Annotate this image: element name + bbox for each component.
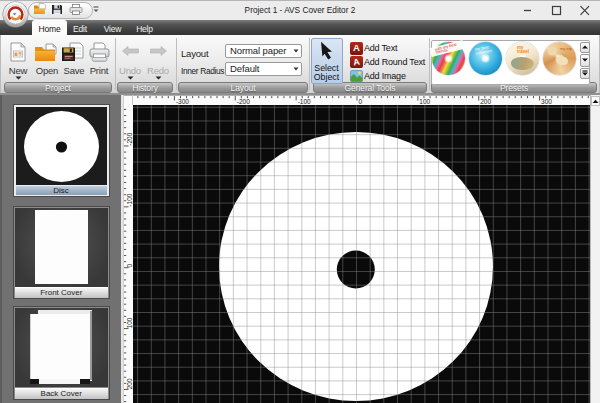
svg-text:100: 100	[419, 98, 430, 105]
svg-text:200: 200	[126, 378, 133, 389]
svg-text:-100: -100	[298, 98, 311, 105]
svg-text:-200: -200	[126, 132, 133, 145]
svg-text:0: 0	[359, 98, 363, 105]
svg-text:0: 0	[126, 264, 133, 268]
svg-text:-300: -300	[176, 98, 189, 105]
svg-text:100: 100	[126, 317, 133, 328]
svg-text:-100: -100	[126, 193, 133, 206]
svg-text:300: 300	[541, 98, 552, 105]
svg-text:-200: -200	[237, 98, 250, 105]
svg-text:200: 200	[480, 98, 491, 105]
